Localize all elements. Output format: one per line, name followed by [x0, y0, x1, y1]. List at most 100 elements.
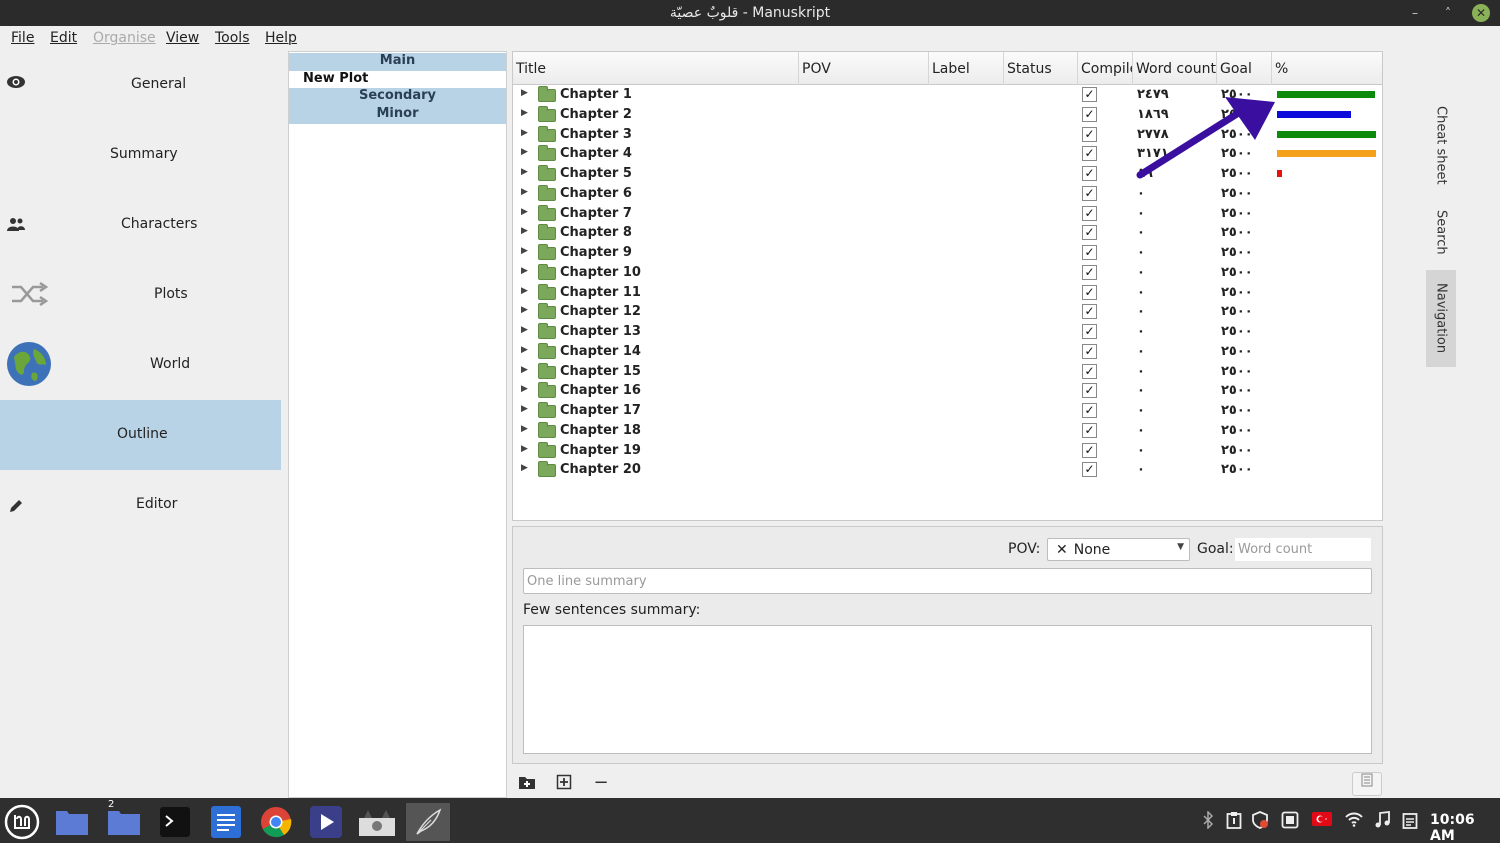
toggle-details-button[interactable]: [1352, 772, 1382, 796]
table-row[interactable]: ▶ Chapter 15 ✓ ٠ ٢٥٠٠: [513, 362, 1382, 382]
music-icon[interactable]: [1372, 810, 1392, 831]
compile-checkbox[interactable]: ✓: [1082, 126, 1097, 142]
table-row[interactable]: ▶ Chapter 3 ✓ ٢٧٧٨ ٢٥٠٠: [513, 125, 1382, 145]
compile-checkbox[interactable]: ✓: [1082, 324, 1097, 339]
nav-item-general[interactable]: General: [0, 50, 281, 120]
table-row[interactable]: ▶ Chapter 8 ✓ ٠ ٢٥٠٠: [513, 223, 1382, 243]
add-folder-button[interactable]: [517, 774, 537, 794]
expand-arrow-icon[interactable]: ▶: [521, 384, 528, 394]
turkish-keyboard-icon[interactable]: [1312, 811, 1332, 831]
text-editor-icon[interactable]: [206, 803, 246, 841]
table-row[interactable]: ▶ Chapter 11 ✓ ٠ ٢٥٠٠: [513, 283, 1382, 303]
files-icon[interactable]: [52, 803, 92, 841]
compile-checkbox[interactable]: ✓: [1082, 422, 1097, 438]
nav-item-plots[interactable]: Plots: [0, 260, 281, 330]
mint-menu-icon[interactable]: [2, 803, 42, 841]
minimize-button[interactable]: –: [1406, 4, 1424, 22]
table-row[interactable]: ▶ Chapter 20 ✓ ٠ ٢٥٠٠: [513, 460, 1382, 480]
table-row[interactable]: ▶ Chapter 6 ✓ ٠ ٢٥٠٠: [513, 184, 1382, 204]
shield-icon[interactable]: [1250, 811, 1270, 831]
compile-checkbox[interactable]: ✓: [1082, 106, 1097, 122]
few-sentences-summary-input[interactable]: [523, 625, 1372, 754]
column-status[interactable]: Status: [1004, 52, 1078, 85]
compile-checkbox[interactable]: ✓: [1082, 383, 1097, 399]
nav-item-editor[interactable]: Editor: [0, 470, 281, 540]
expand-arrow-icon[interactable]: ▶: [521, 246, 528, 256]
remove-item-button[interactable]: −: [591, 774, 611, 794]
compile-checkbox[interactable]: ✓: [1082, 304, 1097, 320]
cat-app-icon[interactable]: [357, 803, 397, 841]
column-label[interactable]: Label: [929, 52, 1004, 85]
expand-arrow-icon[interactable]: ▶: [521, 88, 528, 98]
close-button[interactable]: ✕: [1472, 4, 1490, 22]
table-row[interactable]: ▶ Chapter 13 ✓ ٠ ٢٥٠٠: [513, 322, 1382, 342]
table-row[interactable]: ▶ Chapter 10 ✓ ٠ ٢٥٠٠: [513, 263, 1382, 283]
maximize-button[interactable]: ˄: [1439, 4, 1457, 22]
compile-checkbox[interactable]: ✓: [1082, 442, 1097, 458]
tab-cheat-sheet[interactable]: Cheat sheet: [1426, 95, 1456, 195]
expand-arrow-icon[interactable]: ▶: [521, 286, 528, 296]
expand-arrow-icon[interactable]: ▶: [521, 463, 528, 473]
table-row[interactable]: ▶ Chapter 7 ✓ ٠ ٢٥٠٠: [513, 204, 1382, 224]
screenshot-icon[interactable]: [1280, 811, 1300, 831]
plot-group-main[interactable]: Main: [289, 53, 506, 71]
compile-checkbox[interactable]: ✓: [1082, 462, 1097, 478]
column-word-count[interactable]: Word count: [1133, 52, 1217, 85]
table-row[interactable]: ▶ Chapter 12 ✓ ٠ ٢٥٠٠: [513, 302, 1382, 322]
table-row[interactable]: ▶ Chapter 2 ✓ ١٨٦٩ ٢٥٠٠: [513, 105, 1382, 125]
compile-checkbox[interactable]: ✓: [1082, 245, 1097, 260]
expand-arrow-icon[interactable]: ▶: [521, 167, 528, 177]
nav-item-summary[interactable]: Summary: [0, 120, 281, 190]
column-goal[interactable]: Goal: [1217, 52, 1272, 85]
terminal-icon[interactable]: [155, 803, 195, 841]
compile-checkbox[interactable]: ✓: [1082, 146, 1097, 162]
table-row[interactable]: ▶ Chapter 1 ✓ ٢٤٧٩ ٢٥٠٠: [513, 85, 1382, 105]
expand-arrow-icon[interactable]: ▶: [521, 305, 528, 315]
menu-organise[interactable]: Organise: [93, 30, 156, 46]
table-row[interactable]: ▶ Chapter 14 ✓ ٠ ٢٥٠٠: [513, 342, 1382, 362]
clipboard-icon[interactable]: [1224, 811, 1244, 831]
nav-item-outline[interactable]: Outline: [0, 400, 281, 470]
wifi-icon[interactable]: [1344, 811, 1364, 831]
compile-checkbox[interactable]: ✓: [1082, 343, 1097, 359]
expand-arrow-icon[interactable]: ▶: [521, 226, 528, 236]
expand-arrow-icon[interactable]: ▶: [521, 345, 528, 355]
manuskript-icon[interactable]: [406, 803, 450, 841]
nav-item-world[interactable]: World: [0, 330, 281, 400]
table-row[interactable]: ▶ Chapter 19 ✓ ٠ ٢٥٠٠: [513, 441, 1382, 461]
table-row[interactable]: ▶ Chapter 5 ✓ ٨٩ ٢٥٠٠: [513, 164, 1382, 184]
compile-checkbox[interactable]: ✓: [1082, 225, 1097, 241]
column-title[interactable]: Title: [513, 52, 799, 85]
menu-file[interactable]: File: [11, 30, 34, 46]
expand-arrow-icon[interactable]: ▶: [521, 266, 528, 276]
expand-arrow-icon[interactable]: ▶: [521, 444, 528, 454]
table-row[interactable]: ▶ Chapter 17 ✓ ٠ ٢٥٠٠: [513, 401, 1382, 421]
table-row[interactable]: ▶ Chapter 18 ✓ ٠ ٢٥٠٠: [513, 421, 1382, 441]
expand-arrow-icon[interactable]: ▶: [521, 424, 528, 434]
media-player-icon[interactable]: [306, 803, 346, 841]
column-percent[interactable]: %: [1272, 52, 1382, 85]
nav-item-characters[interactable]: Characters: [0, 190, 281, 260]
compile-checkbox[interactable]: ✓: [1082, 166, 1097, 181]
table-row[interactable]: ▶ Chapter 9 ✓ ٠ ٢٥٠٠: [513, 243, 1382, 263]
menu-help[interactable]: Help: [265, 30, 297, 46]
compile-checkbox[interactable]: ✓: [1082, 264, 1097, 280]
clipboard-manager-icon[interactable]: [1400, 811, 1420, 831]
menu-edit[interactable]: Edit: [50, 30, 77, 46]
expand-arrow-icon[interactable]: ▶: [521, 365, 528, 375]
goal-input[interactable]: [1235, 538, 1371, 561]
add-text-button[interactable]: [554, 774, 574, 794]
compile-checkbox[interactable]: ✓: [1082, 185, 1097, 201]
expand-arrow-icon[interactable]: ▶: [521, 108, 528, 118]
expand-arrow-icon[interactable]: ▶: [521, 187, 528, 197]
expand-arrow-icon[interactable]: ▶: [521, 207, 528, 217]
one-line-summary-input[interactable]: [523, 568, 1372, 594]
compile-checkbox[interactable]: ✓: [1082, 205, 1097, 221]
expand-arrow-icon[interactable]: ▶: [521, 404, 528, 414]
plot-item-new-plot[interactable]: New Plot: [289, 71, 506, 89]
plot-group-secondary[interactable]: Secondary: [289, 88, 506, 106]
table-row[interactable]: ▶ Chapter 16 ✓ ٠ ٢٥٠٠: [513, 381, 1382, 401]
clock[interactable]: 10:06 AM: [1430, 812, 1500, 843]
compile-checkbox[interactable]: ✓: [1082, 87, 1097, 102]
tab-navigation[interactable]: Navigation: [1426, 270, 1456, 367]
